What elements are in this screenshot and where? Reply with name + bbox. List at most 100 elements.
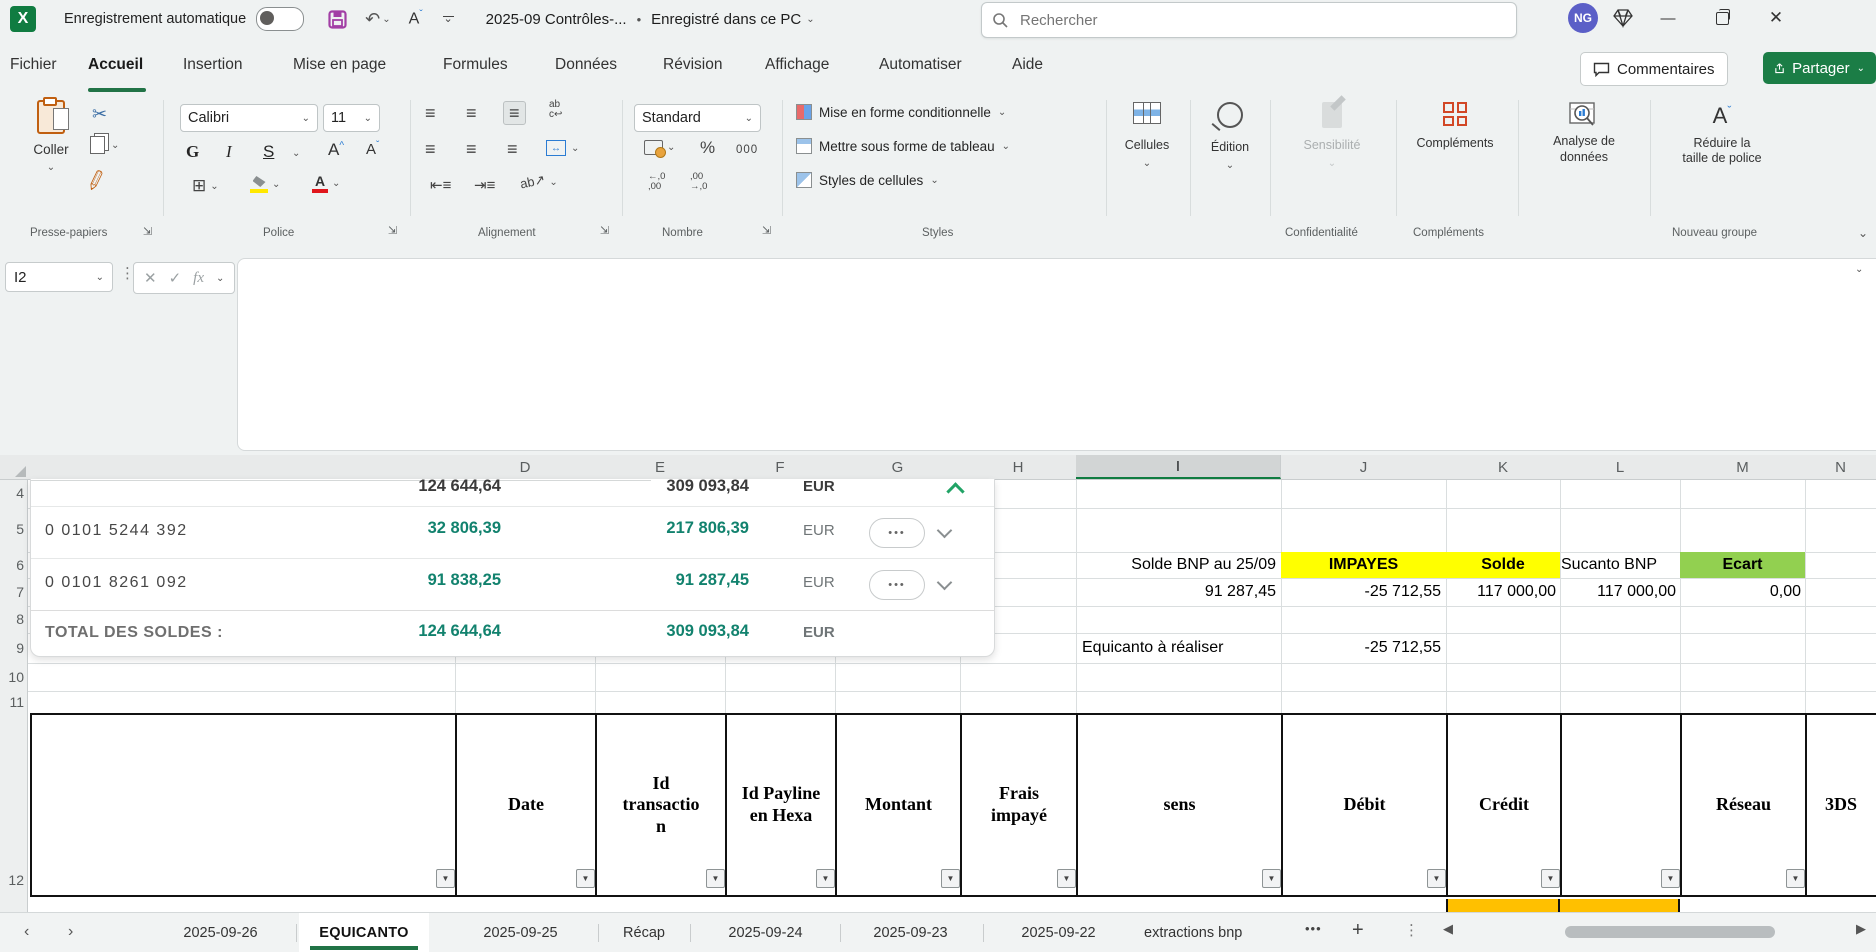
panel-collapse-icon[interactable] bbox=[946, 482, 964, 500]
sheet-tab[interactable]: extractions bnp bbox=[1144, 913, 1296, 952]
new-sheet-button[interactable]: + bbox=[1352, 919, 1364, 942]
table-header-id-payline[interactable]: Id Payline en Hexa bbox=[727, 715, 837, 895]
font-color-button[interactable]: A ⌄ bbox=[312, 174, 340, 193]
sheet-tab[interactable]: 2025-09-23 bbox=[843, 913, 978, 952]
menu-tab-mise-en-page[interactable]: Mise en page bbox=[291, 50, 388, 80]
cell-i7[interactable]: 91 287,45 bbox=[1076, 578, 1284, 606]
row-header-8[interactable]: 8 bbox=[0, 611, 28, 627]
column-header-i-selected[interactable]: I bbox=[1076, 455, 1281, 479]
underline-chevron-icon[interactable]: ⌄ bbox=[292, 148, 300, 159]
cell-i9[interactable]: Equicanto à réaliser bbox=[1082, 633, 1278, 663]
menu-tab-aide[interactable]: Aide bbox=[1010, 50, 1045, 80]
currency-format-button[interactable]: ⌄ bbox=[644, 140, 675, 155]
align-center-icon[interactable]: ≡ bbox=[466, 140, 477, 158]
align-middle-icon[interactable]: ≡ bbox=[466, 104, 477, 122]
account-more-button[interactable]: ••• bbox=[869, 518, 925, 548]
cell-m6[interactable]: Ecart bbox=[1680, 552, 1805, 578]
account-expand-icon[interactable] bbox=[937, 575, 953, 591]
cell-k7[interactable]: 117 000,00 bbox=[1446, 578, 1564, 606]
filter-button[interactable]: ▼ bbox=[1427, 869, 1446, 888]
format-painter-icon[interactable]: 🖉 bbox=[84, 166, 111, 199]
analyze-data-button[interactable]: Analyse de données bbox=[1528, 102, 1640, 165]
cell-l6[interactable]: Sucanto BNP bbox=[1561, 552, 1680, 578]
ribbon-options-icon[interactable]: ⌄ bbox=[443, 16, 454, 23]
saved-location[interactable]: Enregistré dans ce PC⌄ bbox=[651, 11, 814, 28]
align-top-icon[interactable]: ≡ bbox=[425, 104, 436, 122]
shrink-font-button[interactable]: Aˇ Réduire la taille de police bbox=[1656, 102, 1788, 167]
document-title[interactable]: 2025-09 Contrôles-... bbox=[486, 11, 627, 28]
decrease-font-button[interactable]: Aˇ bbox=[366, 140, 379, 158]
table-header-credit[interactable]: Crédit bbox=[1448, 715, 1562, 895]
font-dialog-launcher-icon[interactable]: ⇲ bbox=[388, 224, 397, 237]
fx-chevron-icon[interactable]: ⌄ bbox=[216, 273, 224, 284]
cell-j6[interactable]: IMPAYES bbox=[1281, 552, 1446, 578]
sheet-tab[interactable]: Récap bbox=[601, 913, 687, 952]
merge-center-button[interactable]: ↔ ⌄ bbox=[546, 140, 579, 156]
filter-button[interactable]: ▼ bbox=[1541, 869, 1560, 888]
filter-button[interactable]: ▼ bbox=[1786, 869, 1805, 888]
fill-color-button[interactable]: ⌄ bbox=[250, 176, 280, 193]
decrease-decimal-icon[interactable]: ,00 →,0 bbox=[690, 172, 707, 193]
cell-j7[interactable]: -25 712,55 bbox=[1281, 578, 1449, 606]
cell-m7[interactable]: 0,00 bbox=[1680, 578, 1809, 606]
row-header-12[interactable]: 12 bbox=[0, 872, 28, 888]
menu-tab-formules[interactable]: Formules bbox=[441, 50, 510, 80]
scroll-left-icon[interactable]: ◀ bbox=[1443, 921, 1453, 937]
column-header-d[interactable]: D bbox=[455, 455, 596, 479]
addins-button[interactable]: Compléments bbox=[1400, 102, 1510, 152]
avatar[interactable]: NG bbox=[1568, 3, 1598, 33]
underline-button[interactable]: S bbox=[263, 142, 274, 162]
column-header-g[interactable]: G bbox=[835, 455, 961, 479]
editing-button[interactable]: Édition⌄ bbox=[1196, 102, 1264, 172]
comma-style-button[interactable]: 000 bbox=[736, 144, 758, 156]
cell-styles-button[interactable]: Styles de cellules⌄ bbox=[796, 172, 939, 188]
format-as-table-button[interactable]: Mettre sous forme de tableau⌄ bbox=[796, 138, 1010, 154]
excel-logo-icon[interactable]: X bbox=[10, 6, 36, 32]
row-header-6[interactable]: 6 bbox=[0, 557, 28, 573]
number-format-select[interactable]: Standard⌄ bbox=[634, 104, 761, 132]
cell-j9[interactable]: -25 712,55 bbox=[1281, 633, 1449, 663]
menu-tab-accueil[interactable]: Accueil bbox=[86, 50, 145, 80]
menu-tab-insertion[interactable]: Insertion bbox=[181, 50, 244, 80]
cut-icon[interactable]: ✂ bbox=[92, 104, 107, 125]
column-header-f[interactable]: F bbox=[725, 455, 836, 479]
table-header-date[interactable]: Date bbox=[457, 715, 597, 895]
sheet-tab[interactable]: 2025-09-26 bbox=[148, 913, 293, 952]
column-header-m[interactable]: M bbox=[1680, 455, 1806, 479]
column-header-j[interactable]: J bbox=[1281, 455, 1447, 479]
table-header-3ds[interactable]: 3DS bbox=[1807, 715, 1876, 895]
filter-button[interactable]: ▼ bbox=[1262, 869, 1281, 888]
table-header-frais-impaye[interactable]: Frais impayé bbox=[962, 715, 1078, 895]
insert-function-icon[interactable]: fx bbox=[193, 270, 204, 287]
menu-tab-automatiser[interactable]: Automatiser bbox=[877, 50, 964, 80]
filter-button[interactable]: ▼ bbox=[436, 869, 455, 888]
filter-button[interactable]: ▼ bbox=[941, 869, 960, 888]
percent-style-button[interactable]: % bbox=[700, 138, 715, 158]
comments-button[interactable]: Commentaires bbox=[1580, 52, 1728, 86]
restore-button[interactable] bbox=[1702, 3, 1742, 33]
conditional-formatting-button[interactable]: Mise en forme conditionnelle⌄ bbox=[796, 104, 1006, 120]
increase-indent-icon[interactable]: ⇥≡ bbox=[474, 176, 495, 194]
share-button[interactable]: Partager⌄ bbox=[1763, 52, 1876, 84]
tabbar-options-icon[interactable]: ⋮ bbox=[1404, 921, 1419, 939]
row-header-9[interactable]: 9 bbox=[0, 640, 28, 656]
cell-k13-orange[interactable] bbox=[1446, 899, 1560, 912]
align-left-icon[interactable]: ≡ bbox=[425, 140, 436, 158]
table-header-montant[interactable]: Montant bbox=[837, 715, 962, 895]
minimize-button[interactable]: — bbox=[1648, 3, 1688, 33]
italic-button[interactable]: I bbox=[226, 142, 232, 162]
premium-gem-icon[interactable] bbox=[1612, 7, 1634, 29]
row-header-10[interactable]: 10 bbox=[0, 669, 28, 685]
search-box[interactable] bbox=[981, 2, 1517, 38]
collapse-ribbon-icon[interactable]: ⌄ bbox=[1858, 226, 1868, 240]
table-header-empty-first[interactable] bbox=[32, 715, 457, 895]
formula-bar-collapse-icon[interactable]: ⌄ bbox=[1855, 264, 1863, 275]
bold-button[interactable]: G bbox=[186, 142, 199, 162]
next-sheet-icon[interactable]: › bbox=[68, 923, 73, 941]
menu-tab-fichier[interactable]: Fichier bbox=[8, 50, 59, 80]
row-header-5[interactable]: 5 bbox=[0, 521, 28, 537]
number-dialog-launcher-icon[interactable]: ⇲ bbox=[762, 224, 771, 237]
filter-button[interactable]: ▼ bbox=[1057, 869, 1076, 888]
account-more-button[interactable]: ••• bbox=[869, 570, 925, 600]
more-sheets-button[interactable]: ••• bbox=[1305, 921, 1322, 936]
